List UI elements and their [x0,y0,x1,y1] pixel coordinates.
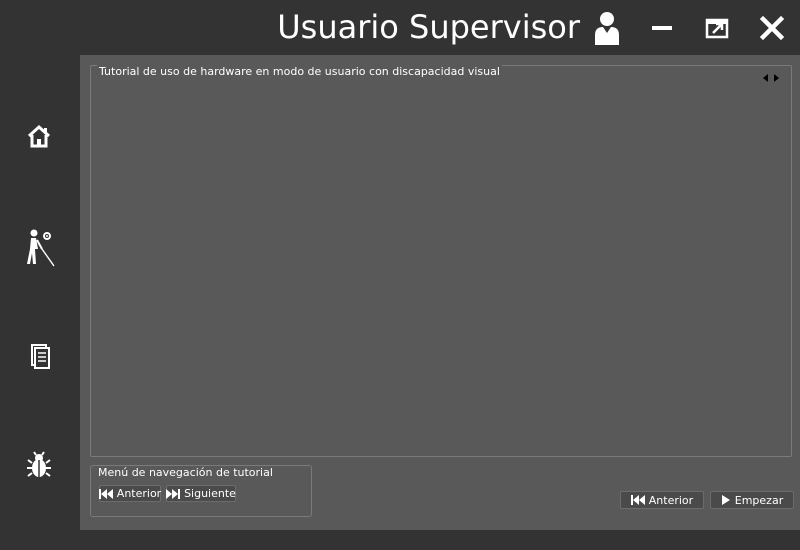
title-bar: Usuario Supervisor [0,0,800,55]
sidebar-item-documents[interactable] [22,338,56,374]
home-icon [27,124,51,148]
skip-back-icon [98,488,113,499]
nav-previous-label: Anterior [116,487,162,500]
nav-next-button[interactable]: Siguiente [166,485,236,502]
skip-back-icon [630,495,645,505]
minimize-icon [652,26,672,30]
sidebar-item-blind-user-settings[interactable] [22,227,56,267]
close-button[interactable] [756,12,788,44]
triangle-left-icon [763,74,768,82]
user-icon [592,11,622,45]
minimize-button[interactable] [646,12,678,44]
start-label: Empezar [734,493,784,507]
main-panel: Tutorial de uso de hardware en modo de u… [80,55,800,530]
tutorial-navigation-group: Menú de navegación de tutorial Anterior … [90,465,312,517]
documents-icon [31,344,50,369]
restore-icon [705,18,729,39]
scroll-right-button[interactable] [771,68,781,82]
triangle-right-icon [774,74,779,82]
skip-forward-icon [166,488,181,499]
close-icon [759,15,785,41]
nav-previous-button[interactable]: Anterior [98,485,162,502]
tutorial-group-title: Tutorial de uso de hardware en modo de u… [97,65,502,78]
sidebar-item-home[interactable] [22,118,56,154]
navigation-group-title: Menú de navegación de tutorial [98,466,273,479]
tab-scroll-buttons [761,68,785,82]
sidebar [0,55,80,550]
bug-icon [27,451,51,477]
start-button[interactable]: Empezar [710,491,794,509]
previous-button[interactable]: Anterior [620,491,704,509]
previous-label: Anterior [648,493,694,507]
restore-button[interactable] [702,12,734,44]
scroll-left-button[interactable] [761,68,771,82]
tutorial-group: Tutorial de uso de hardware en modo de u… [90,65,792,457]
window-title: Usuario Supervisor [277,8,580,46]
blind-user-settings-icon [27,229,55,267]
nav-next-label: Siguiente [184,487,236,500]
play-icon [721,495,731,505]
sidebar-item-bug-report[interactable] [22,448,56,484]
